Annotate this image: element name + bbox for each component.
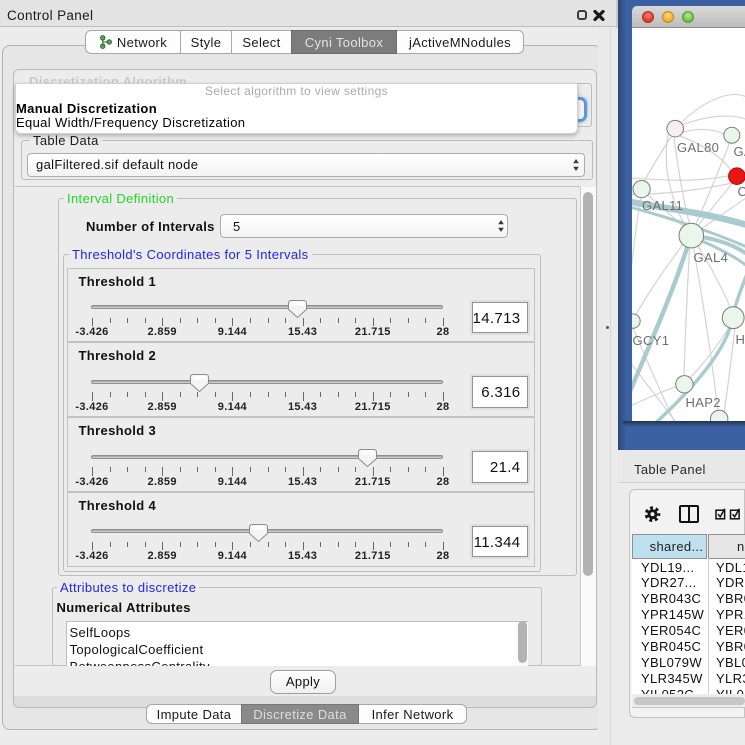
svg-text:GAL80: GAL80 xyxy=(677,140,719,155)
svg-text:GCY1: GCY1 xyxy=(633,333,670,348)
svg-text:HAP2: HAP2 xyxy=(686,395,721,410)
svg-text:GAL4: GAL4 xyxy=(694,250,729,265)
svg-text:HIS: HIS xyxy=(736,332,745,347)
svg-text:GAL11: GAL11 xyxy=(642,198,683,213)
svg-text:GAL3: GAL3 xyxy=(734,144,745,159)
svg-text:CYC: CYC xyxy=(738,184,745,199)
